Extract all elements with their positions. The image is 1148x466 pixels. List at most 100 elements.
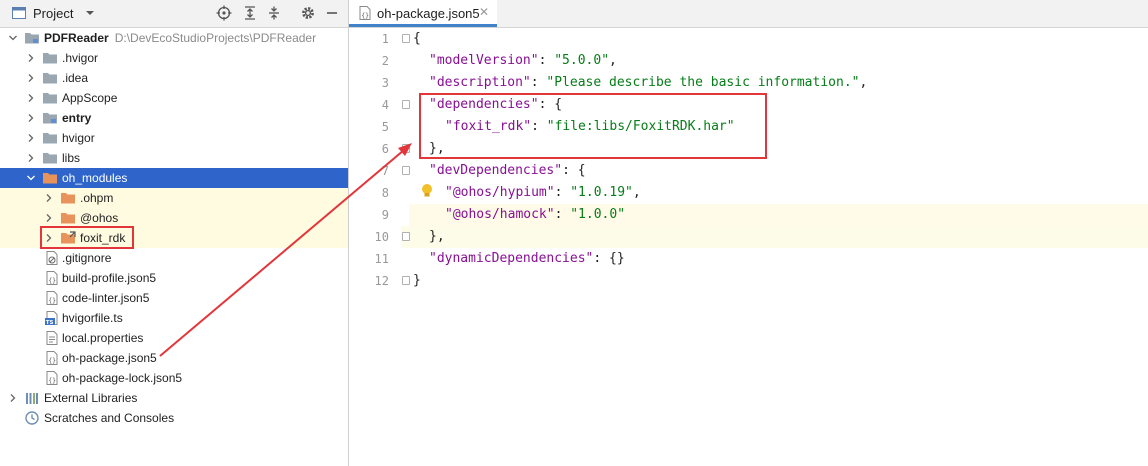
module-folder-icon: [43, 113, 57, 124]
folder-icon: [43, 133, 57, 144]
chevron-right-icon[interactable]: [26, 53, 36, 63]
expand-all-icon[interactable]: [242, 5, 258, 21]
close-icon[interactable]: ✕: [479, 5, 489, 19]
chevron-right-icon[interactable]: [26, 113, 36, 123]
json-file-icon: {}: [46, 291, 58, 305]
line-number: 8: [381, 186, 389, 200]
fold-marker[interactable]: [402, 276, 410, 285]
minimize-icon[interactable]: [324, 5, 340, 21]
folder-icon: [61, 193, 75, 204]
tab-label: oh-package.json5: [377, 6, 480, 21]
fold-marker[interactable]: [402, 166, 410, 175]
tree-item-ohpm[interactable]: .ohpm: [0, 188, 348, 208]
tree-item-appscope[interactable]: AppScope: [0, 88, 348, 108]
tree-item-ohos[interactable]: @ohos: [0, 208, 348, 228]
tree-item-libs[interactable]: libs: [0, 148, 348, 168]
code-line-2: "modelVersion": "5.0.0",: [429, 53, 617, 68]
tree-item-idea[interactable]: .idea: [0, 68, 348, 88]
svg-text:{}: {}: [48, 297, 56, 305]
code-line-3: "description": "Please describe the basi…: [429, 75, 868, 90]
tree-item-gitignore[interactable]: .gitignore: [0, 248, 348, 268]
scratches-icon: [25, 411, 39, 425]
gear-icon[interactable]: [300, 5, 316, 21]
tree-item-label: .ohpm: [80, 191, 114, 205]
tree-item-local-properties[interactable]: local.properties: [0, 328, 348, 348]
folder-icon: [43, 53, 57, 64]
tree-item-label: @ohos: [80, 211, 119, 225]
json-file-icon: {}: [359, 6, 371, 20]
tree-item-hvigor[interactable]: hvigor: [0, 128, 348, 148]
line-number: 9: [381, 208, 389, 222]
svg-text:{}: {}: [48, 377, 56, 385]
tree-item-oh-package-lock[interactable]: {} oh-package-lock.json5: [0, 368, 348, 388]
tree-item-label: oh-package.json5: [62, 351, 157, 365]
chevron-right-icon[interactable]: [26, 73, 36, 83]
svg-text:TS: TS: [46, 320, 54, 326]
line-number: 3: [381, 76, 389, 90]
project-panel-header: Project: [0, 0, 348, 28]
chevron-right-icon[interactable]: [8, 393, 18, 403]
tree-item-label: External Libraries: [44, 391, 138, 405]
tree-item-root[interactable]: PDFReader D:\DevEcoStudioProjects\PDFRead…: [0, 28, 348, 48]
library-icon: [26, 393, 38, 404]
tab-oh-package[interactable]: {} oh-package.json5 ✕: [349, 0, 497, 27]
tree-item-label: .idea: [62, 71, 89, 85]
project-path: D:\DevEcoStudioProjects\PDFReader: [114, 31, 317, 45]
tree-item-scratches[interactable]: Scratches and Consoles: [0, 408, 348, 428]
tree-item-external-libraries[interactable]: External Libraries: [0, 388, 348, 408]
tree-item-label: oh-package-lock.json5: [62, 371, 183, 385]
tree-item-build-profile[interactable]: {} build-profile.json5: [0, 268, 348, 288]
svg-text:{}: {}: [48, 277, 56, 285]
chevron-down-icon[interactable]: [82, 5, 98, 21]
tree-item-hvigorfile[interactable]: TS hvigorfile.ts: [0, 308, 348, 328]
fold-marker[interactable]: [402, 232, 410, 241]
code-line-7: "devDependencies": {: [429, 163, 586, 178]
tree-item-label: hvigor: [62, 131, 95, 145]
folder-icon: [43, 93, 57, 104]
locate-file-icon[interactable]: [216, 5, 232, 21]
project-view-selector[interactable]: Project: [33, 6, 73, 21]
editor-panel: {} oh-package.json5 ✕ 1 2 3 4 5 6 7 8 9 …: [349, 0, 1148, 466]
properties-file-icon: [46, 331, 58, 345]
svg-text:{}: {}: [48, 357, 56, 365]
tree-item-label: PDFReader: [44, 31, 109, 45]
tree-item-entry[interactable]: entry: [0, 108, 348, 128]
chevron-right-icon[interactable]: [26, 153, 36, 163]
fold-marker[interactable]: [402, 34, 410, 43]
chevron-down-icon[interactable]: [26, 173, 36, 183]
tree-item-label: code-linter.json5: [62, 291, 150, 305]
chevron-right-icon[interactable]: [44, 193, 54, 203]
chevron-right-icon[interactable]: [26, 93, 36, 103]
folder-icon: [43, 173, 57, 184]
tree-item-hvigor-hidden[interactable]: .hvigor: [0, 48, 348, 68]
chevron-right-icon[interactable]: [26, 133, 36, 143]
json-file-icon: {}: [46, 351, 58, 365]
folder-icon: [61, 213, 75, 224]
tree-item-label: entry: [62, 111, 92, 125]
ignore-file-icon: [46, 251, 58, 265]
tree-item-oh-package[interactable]: {} oh-package.json5: [0, 348, 348, 368]
code-line-10: },: [429, 229, 445, 244]
chevron-down-icon[interactable]: [8, 33, 18, 43]
code-line-12: }: [413, 273, 421, 288]
fold-marker[interactable]: [402, 100, 410, 109]
annotation-highlight-box: [419, 93, 767, 159]
code-line-8: "@ohos/hypium": "1.0.19",: [445, 185, 641, 200]
chevron-right-icon[interactable]: [44, 213, 54, 223]
line-number: 11: [374, 252, 389, 266]
line-number: 1: [381, 32, 389, 46]
code-line-9: "@ohos/hamock": "1.0.0": [445, 207, 626, 222]
tree-item-label: oh_modules: [62, 171, 128, 185]
fold-marker[interactable]: [402, 144, 410, 153]
line-number: 2: [381, 54, 389, 68]
tree-item-label: local.properties: [62, 331, 144, 345]
svg-text:{}: {}: [361, 12, 369, 20]
tree-item-label: hvigorfile.ts: [62, 311, 123, 325]
tree-item-label: libs: [62, 151, 81, 165]
tree-item-code-linter[interactable]: {} code-linter.json5: [0, 288, 348, 308]
editor-tabbar: {} oh-package.json5 ✕: [349, 0, 1148, 28]
collapse-all-icon[interactable]: [266, 5, 282, 21]
line-number: 6: [381, 142, 389, 156]
tree-item-oh-modules[interactable]: oh_modules: [0, 168, 348, 188]
lightbulb-icon[interactable]: [420, 182, 434, 200]
